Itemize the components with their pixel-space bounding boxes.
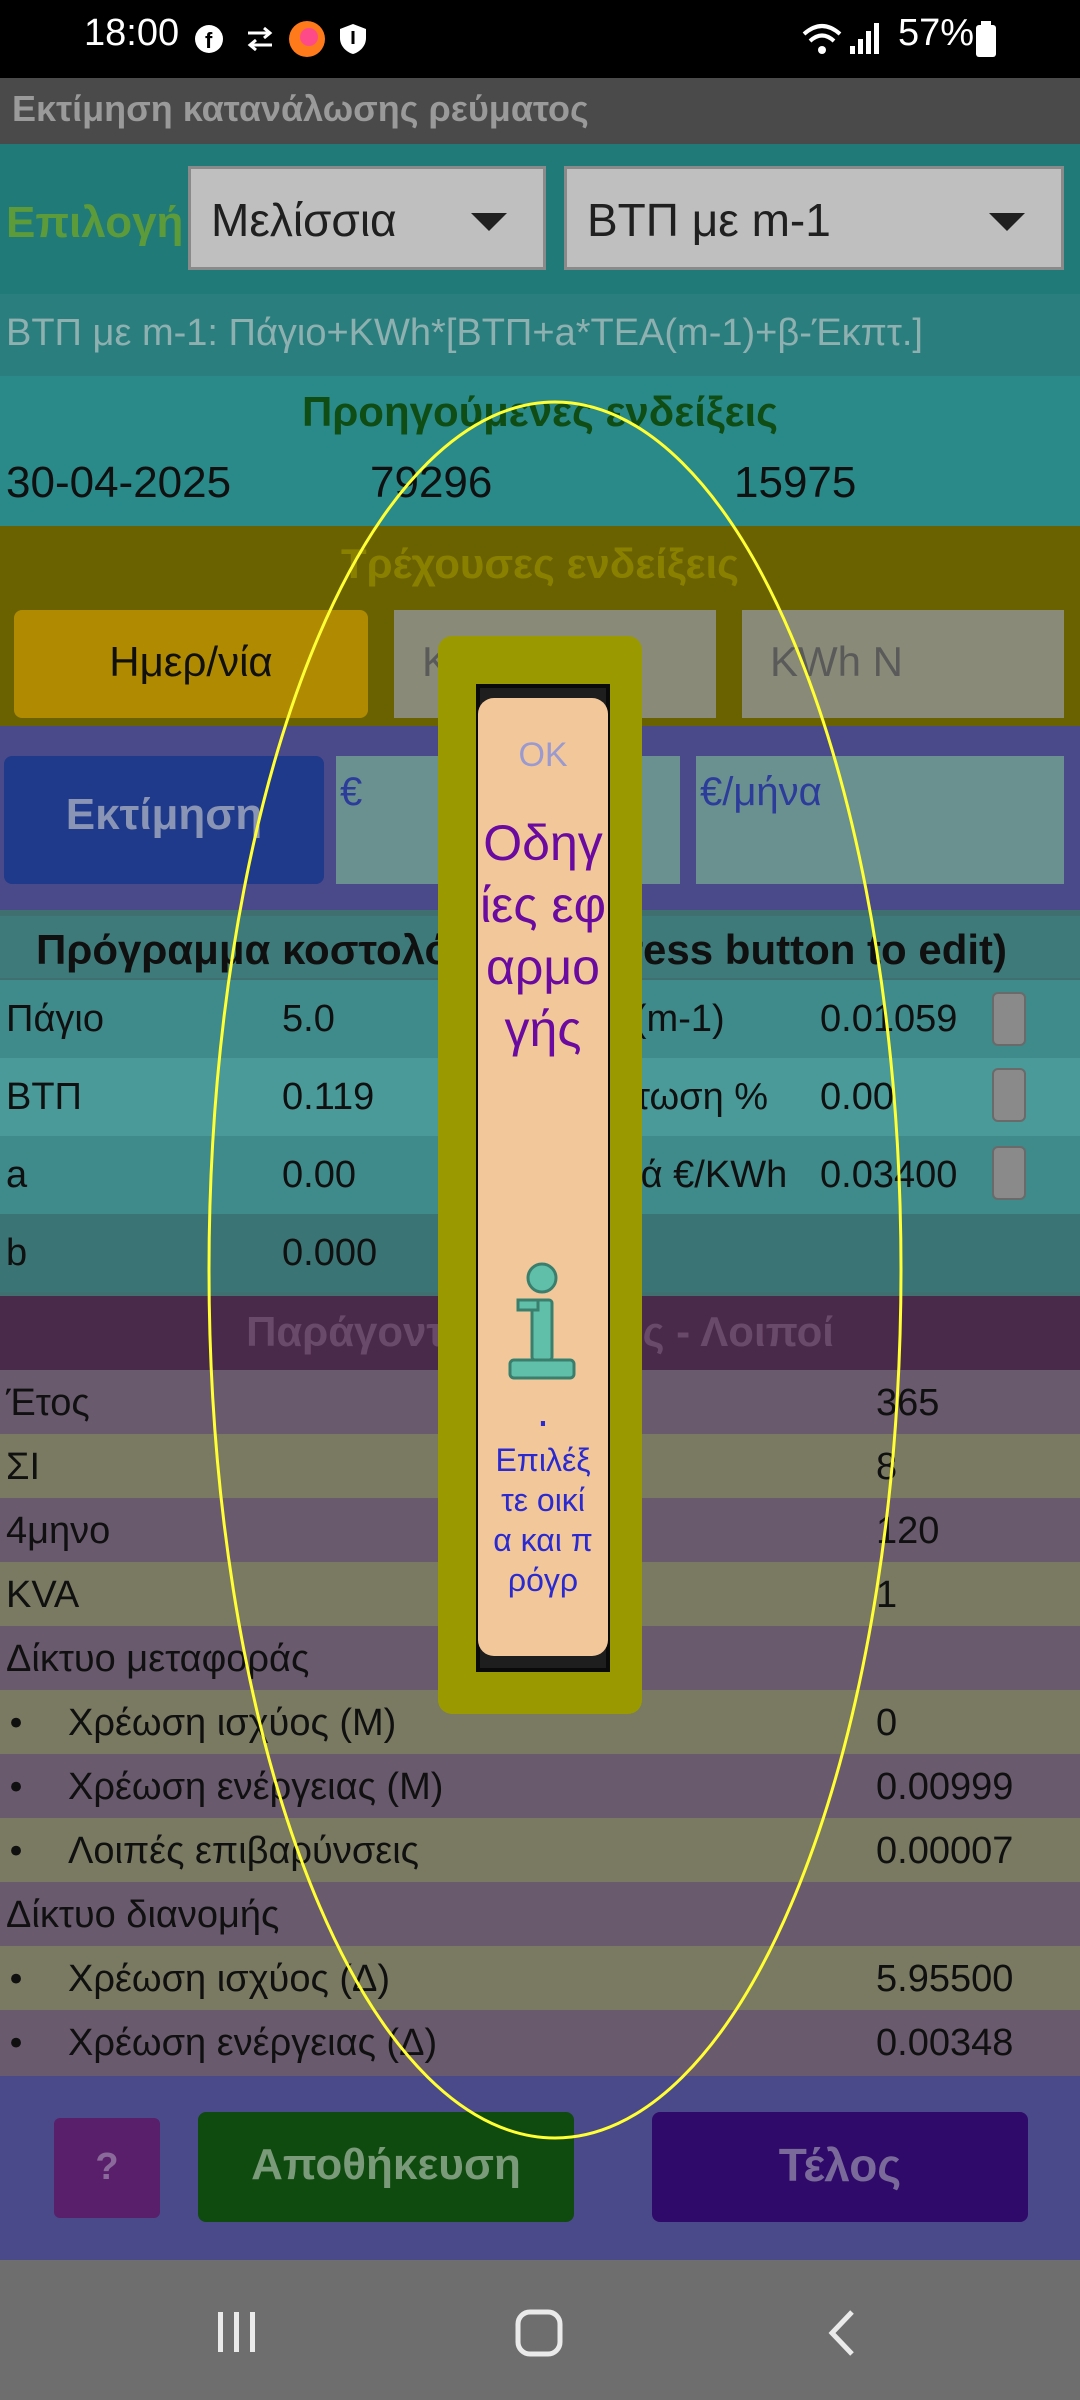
signal-icon (850, 23, 879, 54)
bullet-icon: • (6, 1704, 27, 1744)
previous-date: 30-04-2025 (6, 458, 232, 507)
component-label: 4μηνο (6, 1510, 111, 1552)
component-value: 5.95500 (876, 1958, 1014, 2000)
help-button[interactable]: ? (54, 2118, 160, 2218)
previous-readings-title: Προηγούμενες ενδείξεις (301, 388, 779, 435)
component-value: 1 (876, 1574, 898, 1616)
component-value: 0.00007 (876, 1830, 1014, 1872)
wifi-icon (802, 24, 842, 54)
component-value: 0.00348 (876, 2022, 1014, 2064)
back-icon[interactable] (824, 2308, 860, 2358)
edit-button[interactable] (992, 992, 1026, 1046)
cost-label: ΒΤΠ (6, 1076, 82, 1118)
shield-icon (340, 24, 366, 54)
bullet-icon: • (6, 1832, 27, 1872)
cost-value: 0.119 (282, 1076, 375, 1118)
edit-button[interactable] (992, 1146, 1026, 1200)
popup-heading-text: Οδηγίες εφαρμογής (479, 815, 607, 1057)
end-button[interactable]: Τέλος (652, 2112, 1028, 2222)
kwh-night-input[interactable]: KWh N (742, 610, 1064, 718)
component-label: Λοιπές επιβαρύνσεις (68, 1830, 419, 1872)
popup-subtext-text: Επιλέξτε οικία και πρόγρ (493, 1442, 593, 1598)
program-dropdown-value: ΒΤΠ με m-1 (587, 194, 831, 246)
battery-percentage: 57% (898, 12, 975, 54)
data-saver-icon (247, 26, 273, 52)
facebook-icon: f (195, 25, 223, 53)
cost-label: a (6, 1154, 28, 1196)
component-value: 8 (876, 1446, 898, 1488)
component-label: Δίκτυο μεταφοράς (6, 1638, 310, 1680)
popup-dot: . (536, 1390, 550, 1436)
component-label: Χρέωση ενέργειας (Μ) (68, 1766, 444, 1808)
popup-ok-button[interactable]: OK (478, 736, 608, 775)
component-label: KVA (6, 1574, 80, 1616)
component-value: 365 (876, 1382, 940, 1424)
popup-subtext: Επιλέξτε οικία και πρόγρ (478, 1440, 608, 1600)
cost-value: 0.000 (282, 1232, 378, 1274)
firefox-icon (289, 21, 325, 57)
selection-label: Επιλογή (6, 198, 184, 247)
estimate-button[interactable]: Εκτίμηση (4, 756, 324, 884)
component-value: 120 (876, 1510, 940, 1552)
cost-value-2: 0.01059 (820, 998, 958, 1040)
home-icon[interactable] (514, 2308, 564, 2358)
edit-button[interactable] (992, 1068, 1026, 1122)
bullet-icon: • (6, 1960, 27, 2000)
date-button[interactable]: Ημερ/νία (14, 610, 368, 718)
house-dropdown[interactable]: Μελίσσια (188, 166, 546, 270)
component-label: Χρέωση ισχύος (Μ) (68, 1702, 397, 1744)
popup-heading: Οδηγίες εφαρμογής (478, 812, 608, 1060)
cost-value-2: 0.03400 (820, 1154, 958, 1196)
cost-value-2: 0.00 (820, 1076, 894, 1118)
program-dropdown[interactable]: ΒΤΠ με m-1 (564, 166, 1064, 270)
component-value: 0 (876, 1702, 898, 1744)
component-label: Χρέωση ενέργειας (Δ) (68, 2022, 438, 2064)
previous-kwh-night: 15975 (734, 458, 857, 507)
info-icon (508, 1262, 576, 1380)
cost-value: 5.0 (282, 998, 335, 1040)
svg-text:f: f (205, 28, 213, 53)
cost-value: 0.00 (282, 1154, 356, 1196)
component-value: 0.00999 (876, 1766, 1014, 1808)
current-readings-title: Τρέχουσες ενδείξεις (340, 540, 740, 587)
component-label: Δίκτυο διανομής (6, 1894, 280, 1936)
chevron-down-icon (471, 213, 507, 231)
app-title: Εκτίμηση κατανάλωσης ρεύματος (12, 88, 589, 129)
battery-icon (976, 21, 996, 57)
previous-kwh-day: 79296 (370, 458, 493, 507)
recent-apps-icon[interactable] (214, 2310, 260, 2354)
bullet-icon: • (6, 1768, 27, 1808)
cost-label: b (6, 1232, 28, 1274)
save-button[interactable]: Αποθήκευση (198, 2112, 574, 2222)
estimate-per-month-output: €/μήνα (696, 756, 1064, 884)
formula-text: ΒΤΠ με m-1: Πάγιο+KWh*[ΒΤΠ+a*ΤΕΑ(m-1)+β-… (6, 312, 923, 354)
component-label: Χρέωση ισχύος (Δ) (68, 1958, 391, 2000)
cost-label: Πάγιο (6, 998, 104, 1040)
house-dropdown-value: Μελίσσια (211, 194, 397, 246)
component-label: Έτος (6, 1382, 90, 1424)
bullet-icon: • (6, 2024, 27, 2064)
status-time: 18:00 (84, 12, 180, 54)
component-label: ΣΙ (6, 1446, 41, 1488)
chevron-down-icon (989, 213, 1025, 231)
